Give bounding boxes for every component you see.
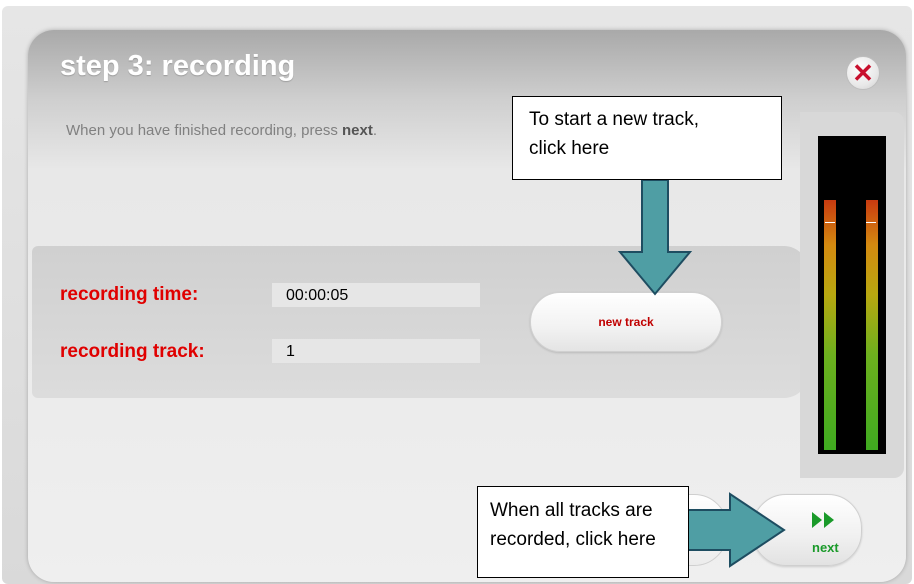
new-track-callout-line2: click here: [529, 138, 610, 159]
new-track-callout: To start a new track, click here: [512, 96, 782, 180]
next-callout-line1: When all tracks are: [490, 500, 653, 521]
down-arrow: [617, 179, 693, 296]
callout-arrows: [617, 179, 786, 568]
new-track-callout-line1: To start a new track,: [529, 109, 700, 130]
right-arrow: [687, 492, 786, 568]
next-callout-line2: recorded, click here: [490, 529, 656, 550]
next-callout: When all tracks are recorded, click here: [477, 486, 689, 578]
